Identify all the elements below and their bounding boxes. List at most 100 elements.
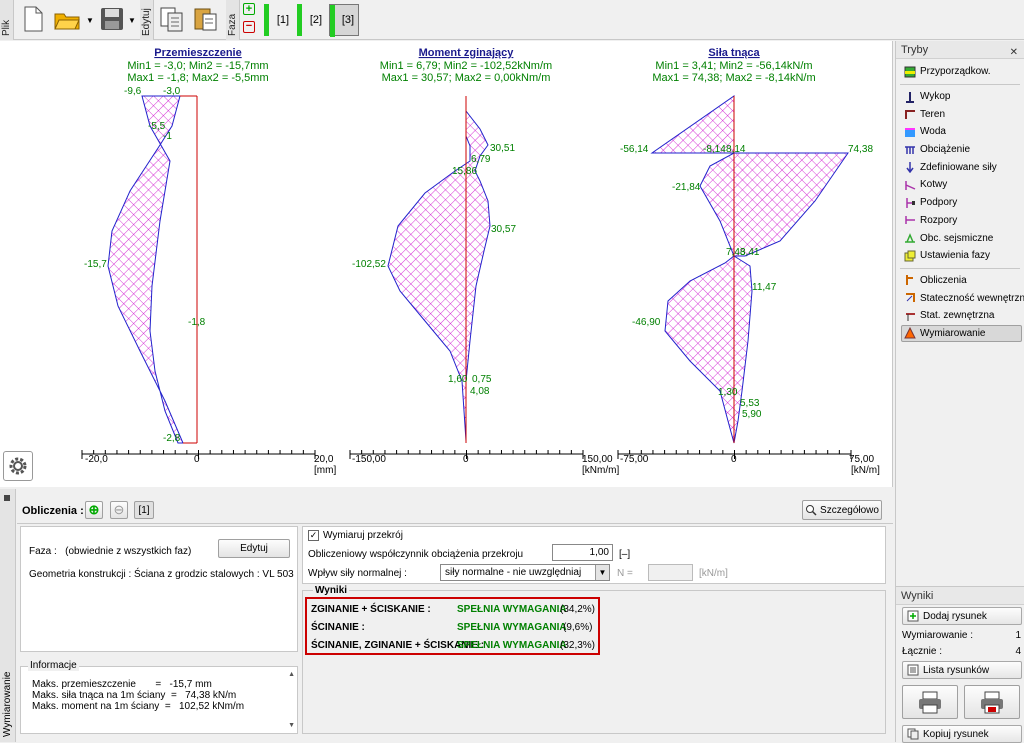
- settings-button[interactable]: [3, 451, 33, 481]
- toolbar: Plik ▼ ▼ Edytuj Faza + − [1] [2] [3]: [0, 0, 1024, 40]
- shear-axis: -75,00 0 75,00 [kN/m]: [617, 450, 880, 476]
- faza-label: Faza :: [29, 546, 57, 557]
- coef-unit: [–]: [619, 549, 631, 560]
- moment-diagram: Moment zginający Min1 = 6,79; Min2 = -10…: [349, 47, 619, 476]
- phase-2-bar: [297, 4, 302, 36]
- faza-row: Faza : (obwiednie z wszystkich faz): [29, 546, 191, 557]
- displacement-min: Min1 = -3,0; Min2 = -15,7mm: [127, 60, 268, 72]
- sidebar-item-obliczenia[interactable]: Obliczenia: [896, 272, 1024, 290]
- phase-1[interactable]: [1]: [264, 4, 294, 36]
- sidebar-item-teren[interactable]: Teren: [896, 105, 1024, 123]
- moment-label: 0,75: [472, 374, 492, 385]
- copy-drawing-button[interactable]: Kopiuj rysunek: [902, 725, 1022, 743]
- add-calc-button[interactable]: ⊕: [85, 501, 103, 519]
- n-input[interactable]: [648, 564, 693, 581]
- shear-max: Max1 = 74,38; Max2 = -8,14kN/m: [652, 72, 815, 84]
- moment-max: Max1 = 30,57; Max2 = 0,00kNm/m: [382, 72, 551, 84]
- print-export-button[interactable]: [964, 685, 1020, 719]
- calc-index-button[interactable]: [1]: [134, 501, 154, 519]
- coef-input[interactable]: 1,00: [552, 544, 613, 561]
- shear-tick: 75,00: [849, 454, 874, 465]
- details-button[interactable]: Szczegółowo: [802, 500, 882, 520]
- printer-icon: [919, 691, 941, 714]
- open-folder-icon: [54, 13, 80, 30]
- sidebar-item-obciazenie[interactable]: Obciążenie: [896, 141, 1024, 159]
- tab-faza[interactable]: Faza: [226, 0, 240, 40]
- close-icon[interactable]: ✕: [1010, 44, 1018, 62]
- sidebar-item-label: Obc. sejsmiczne: [920, 232, 994, 244]
- open-dropdown-icon[interactable]: ▼: [86, 16, 94, 25]
- dimension-checkbox[interactable]: ✓: [308, 530, 319, 541]
- result-value: (32,3%): [560, 640, 596, 651]
- shear-label: -21,84: [672, 182, 701, 193]
- side-tab-wymiarowanie[interactable]: Wymiarowanie: [0, 489, 16, 742]
- gear-icon: [9, 457, 27, 475]
- displacement-label: -1,8: [188, 317, 206, 328]
- coef-label: Obliczeniowy współczynnik obciążenia prz…: [308, 549, 524, 560]
- shear-min: Min1 = 3,41; Min2 = -56,14kN/m: [655, 60, 812, 72]
- sidebar-item-label: Stateczność wewnętrzna: [920, 292, 1024, 304]
- sidebar-item-label: Woda: [920, 126, 946, 138]
- scroll-down-icon[interactable]: ▼: [288, 722, 295, 729]
- add-drawing-icon: [907, 610, 919, 622]
- sidebar-item-wykop[interactable]: Wykop: [896, 88, 1024, 106]
- phase-2-label: [2]: [309, 14, 323, 26]
- remove-phase-icon[interactable]: −: [243, 21, 255, 33]
- moment-tick: 150,00: [582, 454, 613, 465]
- results-dim-value: 1: [1015, 629, 1021, 641]
- info-panel: Informacje Maks. przemieszczenie = -15,7…: [20, 660, 298, 734]
- shear-label: 5,90: [742, 409, 762, 420]
- sidebar-item-rozpory[interactable]: Rozpory: [896, 212, 1024, 230]
- sidebar-item-zdefiniowane-sily[interactable]: Zdefiniowane siły: [896, 158, 1024, 176]
- sidebar-item-stat-zewnetrzna[interactable]: Stat. zewnętrzna: [896, 307, 1024, 325]
- add-phase-icon[interactable]: +: [243, 3, 255, 15]
- scroll-up-icon[interactable]: ▲: [288, 671, 295, 678]
- results-total-label: Łącznie :: [902, 645, 943, 657]
- tab-plik[interactable]: Plik: [0, 0, 14, 40]
- sidebar-item-wymiarowanie[interactable]: Wymiarowanie: [901, 324, 1022, 343]
- normal-force-select[interactable]: siły normalne - nie uwzględniaj ▼: [440, 564, 610, 581]
- copy-drawing-icon: [907, 728, 919, 740]
- results-dim-row: Wymiarowanie : 1: [896, 627, 1024, 643]
- sidebar-item-przyporzadkowanie[interactable]: Przyporządkow.: [896, 63, 1024, 81]
- moment-title: Moment zginający: [419, 47, 515, 59]
- copy-button[interactable]: [157, 4, 187, 34]
- magnifier-icon: [806, 505, 817, 516]
- collapse-icon[interactable]: [4, 495, 10, 501]
- phase-3[interactable]: [3]: [329, 4, 359, 37]
- bottom-panel: Obliczenia : ⊕ ⊖ [1] Szczegółowo Faza : …: [17, 489, 893, 742]
- open-file-button[interactable]: [52, 4, 82, 34]
- print-button[interactable]: [902, 685, 958, 719]
- sidebar-item-obc-sejsmiczne[interactable]: Obc. sejsmiczne: [896, 229, 1024, 247]
- edit-phase-button[interactable]: Edytuj: [218, 539, 290, 558]
- minus-icon: ⊖: [113, 502, 125, 517]
- calc-label: Obliczenia :: [22, 505, 84, 517]
- shear-label: 11,47: [752, 282, 777, 293]
- moment-label: -102,52: [352, 259, 386, 270]
- sidebar-item-label: Stat. zewnętrzna: [920, 310, 995, 322]
- copy-drawing-label: Kopiuj rysunek: [923, 728, 989, 740]
- save-button[interactable]: [97, 4, 127, 34]
- sidebar-item-ustawienia-fazy[interactable]: Ustawienia fazy: [896, 247, 1024, 265]
- save-dropdown-icon[interactable]: ▼: [128, 16, 136, 25]
- sidebar-item-kotwy[interactable]: Kotwy: [896, 176, 1024, 194]
- water-icon: [905, 127, 915, 137]
- diagrams-svg: Przemieszczenie Min1 = -3,0; Min2 = -15,…: [81, 47, 880, 476]
- n-label: N =: [617, 568, 633, 579]
- sidebar-item-statecznosc-wewnetrzna[interactable]: Stateczność wewnętrzna: [896, 289, 1024, 307]
- info-line: Maks. siła tnąca na 1m ściany = 74,38 kN…: [32, 690, 237, 701]
- sidebar-item-podpory[interactable]: Podpory: [896, 194, 1024, 212]
- displacement-label: -2,8: [163, 433, 181, 444]
- save-icon: [101, 8, 123, 30]
- sidebar-item-label: Zdefiniowane siły: [920, 161, 997, 173]
- new-file-button[interactable]: [18, 4, 48, 34]
- add-drawing-button[interactable]: Dodaj rysunek: [902, 607, 1022, 625]
- sidebar-item-woda[interactable]: Woda: [896, 123, 1024, 141]
- tab-edytuj[interactable]: Edytuj: [140, 0, 154, 40]
- paste-button[interactable]: [191, 4, 221, 34]
- phase-2[interactable]: [2]: [297, 4, 327, 36]
- force-icon: [906, 162, 914, 174]
- remove-calc-button[interactable]: ⊖: [110, 501, 128, 519]
- printer-pdf-icon: [981, 691, 1003, 714]
- list-drawings-button[interactable]: Lista rysunków: [902, 661, 1022, 679]
